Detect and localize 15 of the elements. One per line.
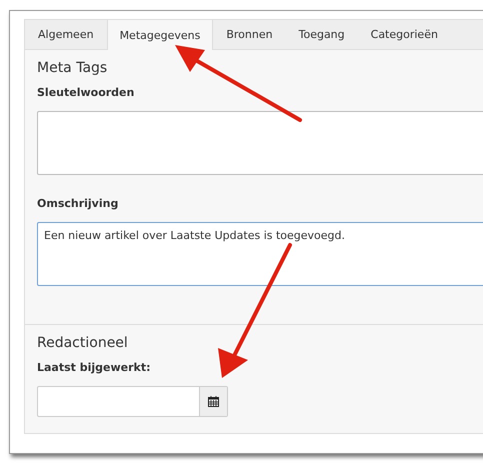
section-title: Meta Tags xyxy=(37,60,108,76)
tab[interactable]: Metagegevens xyxy=(106,20,214,50)
tab[interactable]: Toegang xyxy=(286,20,358,49)
date-field[interactable] xyxy=(37,386,228,417)
field-label: Sleutelwoorden xyxy=(37,86,136,99)
field-label: Omschrijving xyxy=(37,197,120,210)
calendar-button[interactable] xyxy=(199,387,227,416)
section-title: Redactioneel xyxy=(37,335,129,351)
field-label: Laatst bijgewerkt: xyxy=(37,361,152,374)
calendar-icon xyxy=(208,396,219,407)
text-area[interactable]: Een nieuw artikel over Laatste Updates is toegevoegd. xyxy=(37,222,483,286)
tab[interactable]: Categorieën xyxy=(358,20,451,49)
tab[interactable]: Bronnen xyxy=(213,20,286,49)
text-area[interactable] xyxy=(37,111,483,175)
tab[interactable]: Algemeen xyxy=(25,20,107,49)
